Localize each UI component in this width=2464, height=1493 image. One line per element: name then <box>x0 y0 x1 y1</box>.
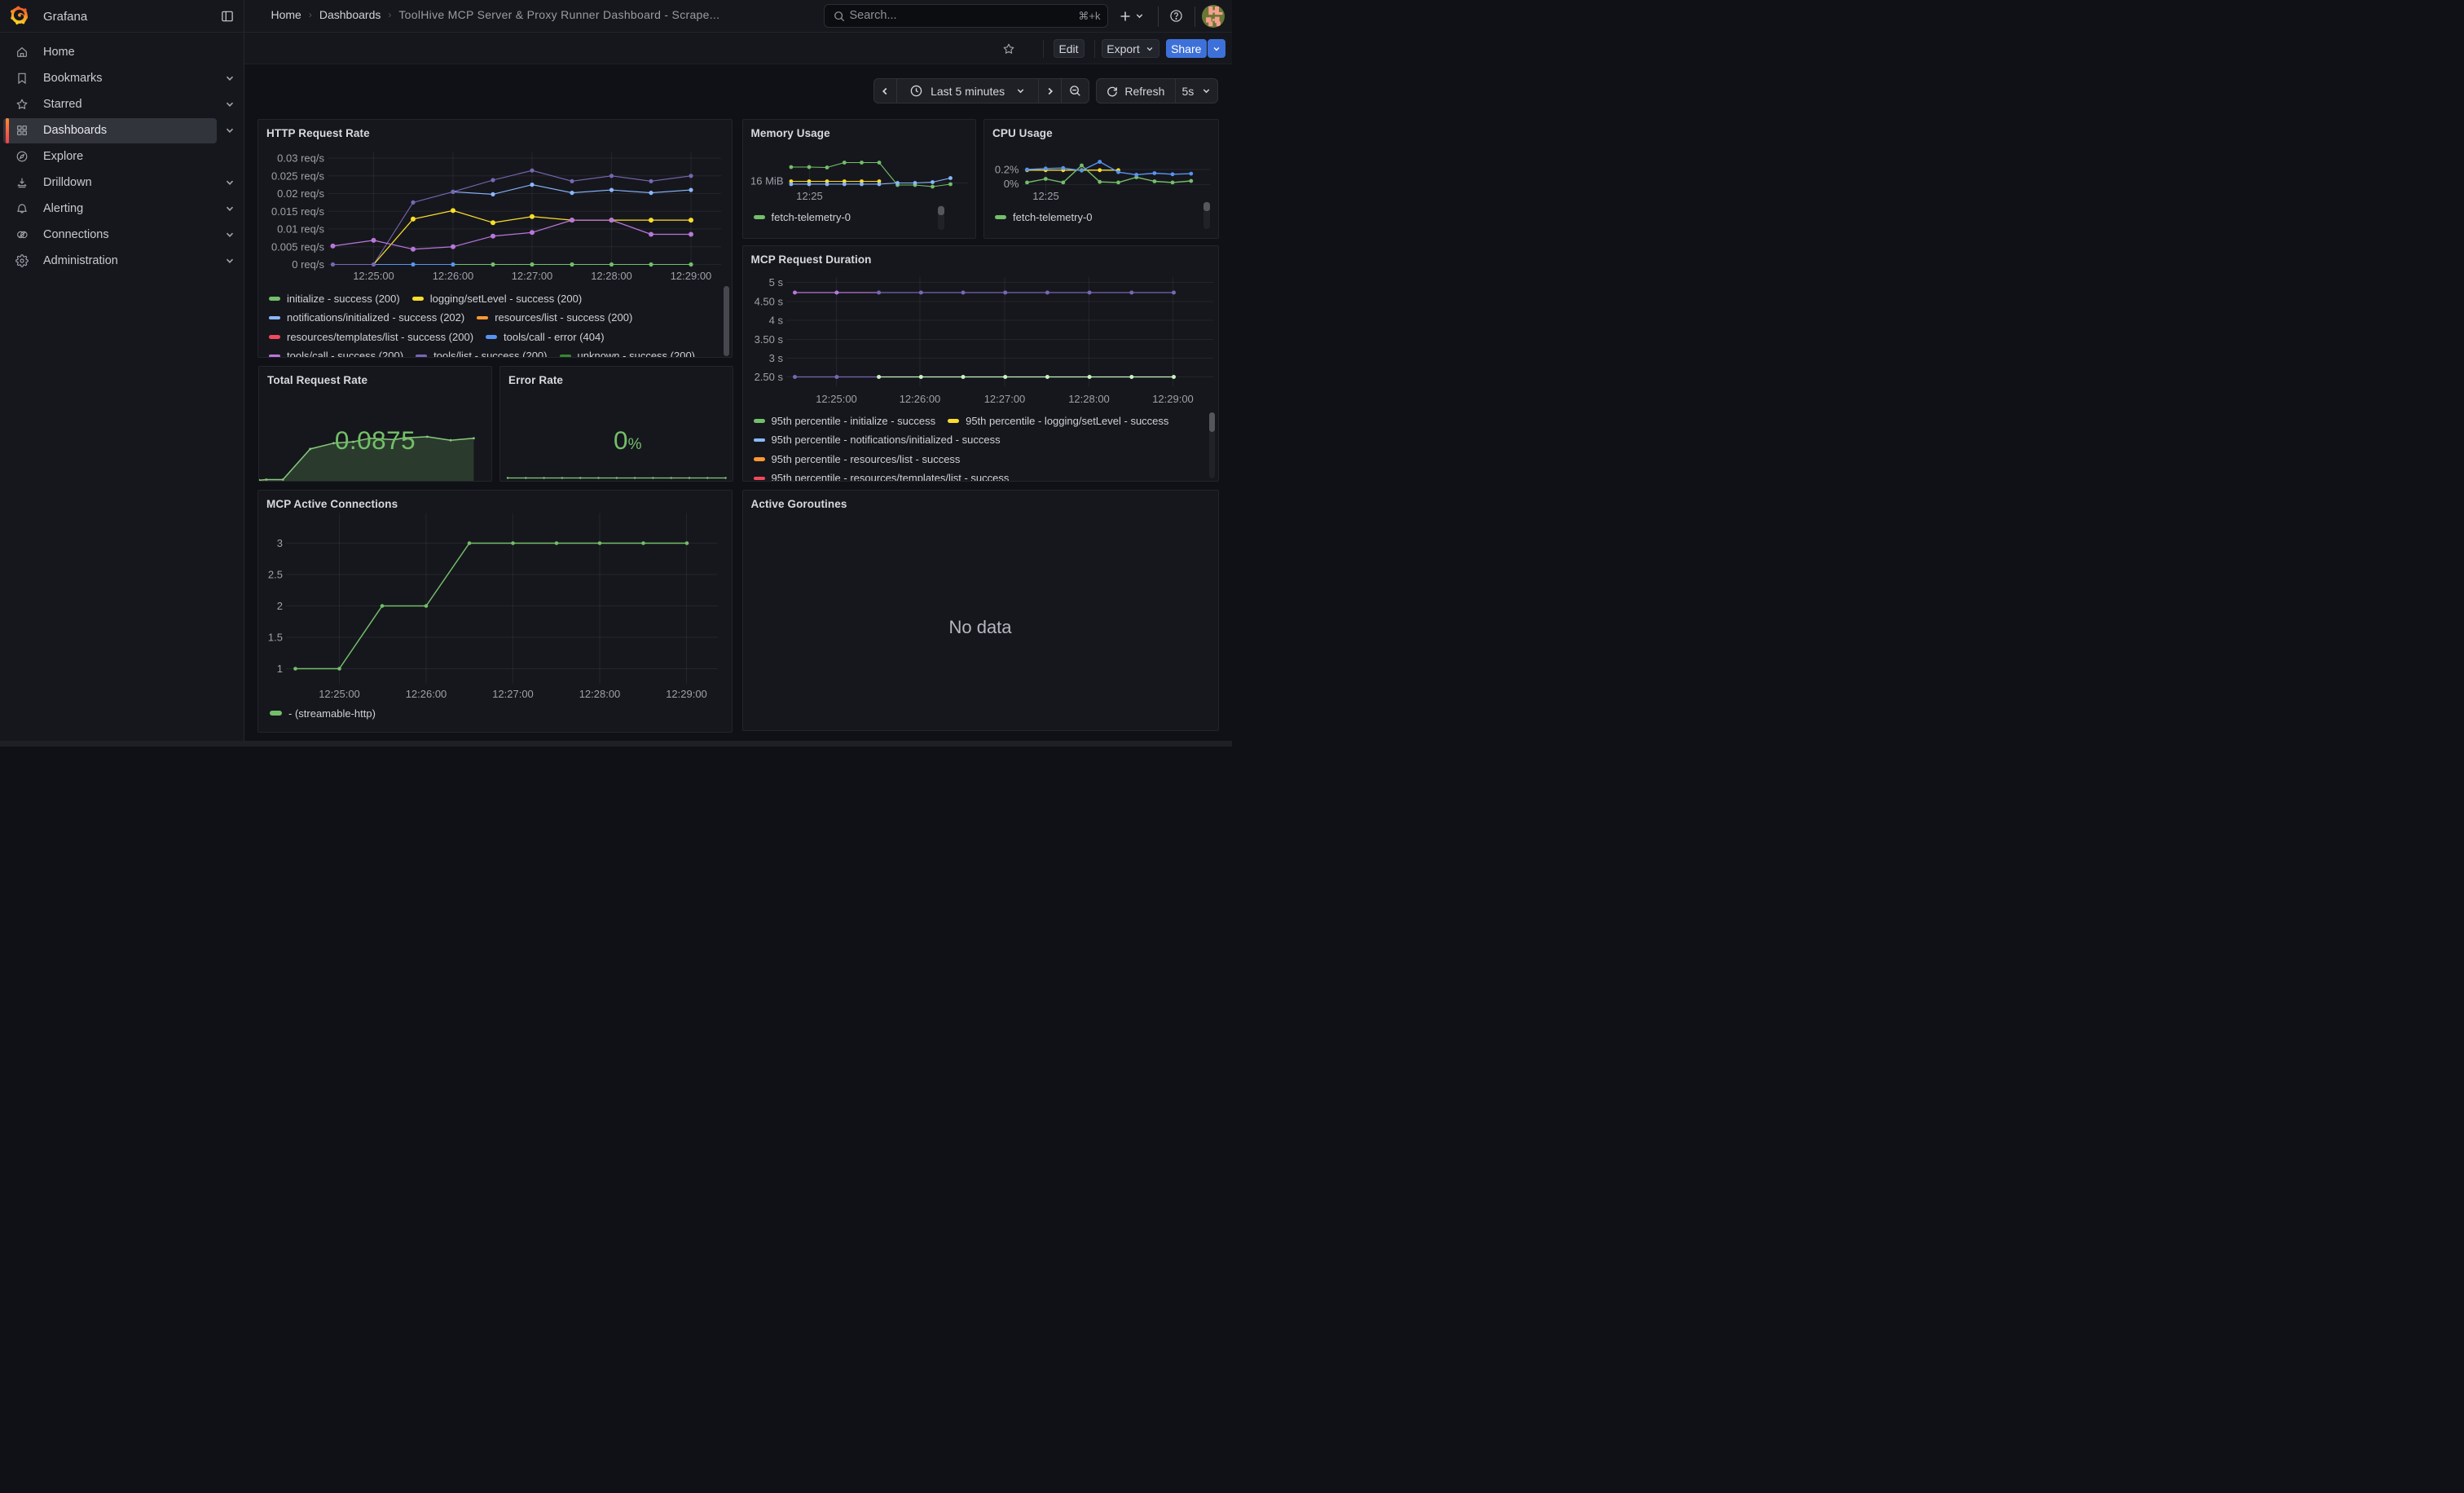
svg-text:12:28:00: 12:28:00 <box>591 270 632 282</box>
svg-text:12:26:00: 12:26:00 <box>406 688 447 700</box>
svg-text:3.50 s: 3.50 s <box>754 333 783 346</box>
svg-text:2: 2 <box>277 600 283 612</box>
svg-text:12:28:00: 12:28:00 <box>1068 393 1110 405</box>
svg-text:3 s: 3 s <box>768 352 783 364</box>
svg-text:12:28:00: 12:28:00 <box>579 688 621 700</box>
svg-text:1: 1 <box>277 663 283 675</box>
svg-text:12:29:00: 12:29:00 <box>671 270 712 282</box>
svg-text:12:29:00: 12:29:00 <box>1152 393 1194 405</box>
svg-text:2.5: 2.5 <box>268 568 283 580</box>
svg-text:12:25:00: 12:25:00 <box>319 688 360 700</box>
svg-text:0.005 req/s: 0.005 req/s <box>271 240 325 253</box>
svg-text:1.5: 1.5 <box>268 631 283 643</box>
svg-text:12:27:00: 12:27:00 <box>492 688 534 700</box>
svg-text:0.015 req/s: 0.015 req/s <box>271 205 325 217</box>
svg-text:16 MiB: 16 MiB <box>750 174 783 187</box>
svg-text:0 req/s: 0 req/s <box>292 258 324 271</box>
svg-text:4 s: 4 s <box>768 314 783 326</box>
svg-text:0.2%: 0.2% <box>995 163 1019 175</box>
svg-text:4.50 s: 4.50 s <box>754 295 783 307</box>
svg-text:0.025 req/s: 0.025 req/s <box>271 170 325 182</box>
svg-text:12:25:00: 12:25:00 <box>353 270 394 282</box>
svg-text:3: 3 <box>277 537 283 549</box>
svg-text:12:25: 12:25 <box>796 190 823 202</box>
svg-text:12:25: 12:25 <box>1032 190 1059 202</box>
svg-text:0.03 req/s: 0.03 req/s <box>277 152 324 164</box>
svg-text:2.50 s: 2.50 s <box>754 371 783 383</box>
svg-text:5 s: 5 s <box>768 276 783 288</box>
svg-text:0.02 req/s: 0.02 req/s <box>277 187 324 200</box>
svg-text:12:27:00: 12:27:00 <box>983 393 1025 405</box>
svg-text:12:26:00: 12:26:00 <box>433 270 474 282</box>
svg-text:12:25:00: 12:25:00 <box>816 393 857 405</box>
svg-text:12:29:00: 12:29:00 <box>666 688 707 700</box>
svg-text:12:27:00: 12:27:00 <box>512 270 553 282</box>
svg-text:12:26:00: 12:26:00 <box>899 393 940 405</box>
svg-text:0%: 0% <box>1004 178 1019 190</box>
svg-text:0.01 req/s: 0.01 req/s <box>277 222 324 235</box>
